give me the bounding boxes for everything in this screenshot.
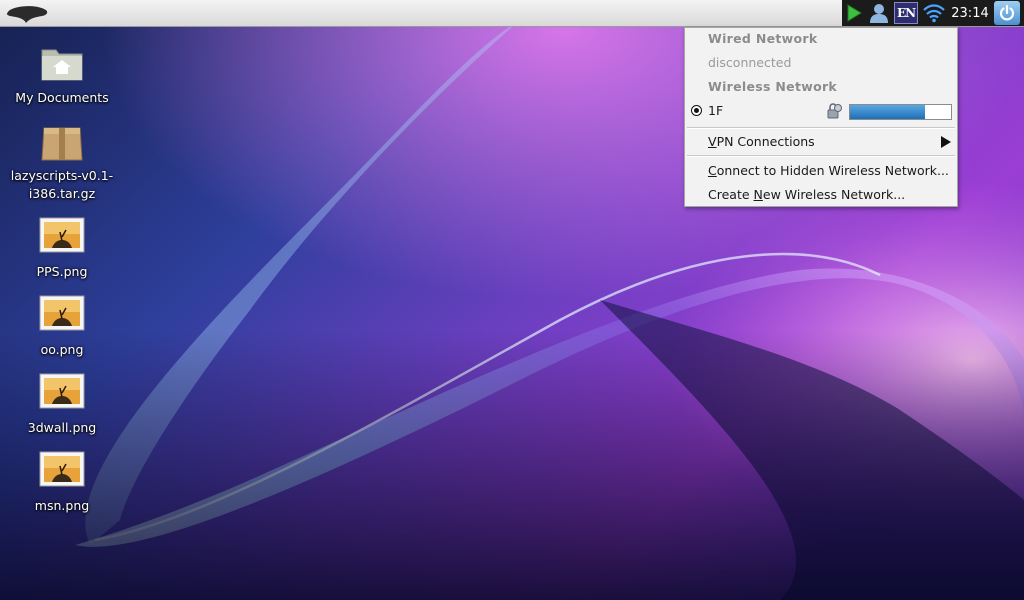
user-icon[interactable] (866, 0, 892, 26)
submenu-arrow-icon (941, 136, 951, 148)
clock[interactable]: 23:14 (948, 0, 992, 26)
play-icon[interactable] (842, 0, 866, 26)
desktop-icon-lazyscripts[interactable]: lazyscripts-v0.1-i386.tar.gz (8, 118, 116, 203)
wired-network-header: Wired Network (708, 31, 818, 46)
signal-strength-bar (849, 104, 952, 120)
menu-separator (687, 127, 955, 129)
vpn-connections-item[interactable]: VPN Connections (685, 131, 957, 153)
menu-logo-icon[interactable] (4, 3, 50, 25)
desktop-icon-label: PPS.png (36, 264, 88, 279)
vpn-accelerator: V (708, 134, 717, 149)
language-label: EN (894, 2, 918, 24)
desktop-icon-msn-png[interactable]: msn.png (8, 448, 116, 515)
create-wireless-network-item[interactable]: Create New Wireless Network... (685, 184, 957, 206)
image-icon (39, 295, 85, 331)
wired-status: disconnected (708, 55, 792, 70)
desktop-icon-label: lazyscripts-v0.1-i386.tar.gz (10, 168, 114, 201)
package-icon (41, 127, 83, 161)
desktop-icon-my-documents[interactable]: My Documents (8, 40, 116, 107)
image-icon (39, 373, 85, 409)
create-accelerator: N (753, 187, 763, 202)
wireless-network-header: Wireless Network (708, 79, 838, 94)
selected-radio-icon (691, 105, 702, 116)
wifi-icon[interactable] (920, 0, 948, 26)
signal-strength-fill (850, 105, 925, 119)
image-icon (39, 451, 85, 487)
image-icon (39, 217, 85, 253)
power-icon[interactable] (994, 1, 1020, 25)
hidden-label: onnect to Hidden Wireless Network... (716, 163, 949, 178)
top-panel: EN 23:14 (0, 0, 1024, 27)
desktop-icon-oo-png[interactable]: oo.png (8, 292, 116, 359)
menu-separator (687, 155, 955, 157)
folder-icon (41, 49, 83, 81)
desktop-icon-label: 3dwall.png (27, 420, 97, 435)
create-label-prefix: Create (708, 187, 754, 202)
desktop-icon-label: My Documents (15, 90, 109, 105)
network-name: 1F (708, 103, 724, 118)
system-tray: EN 23:14 (842, 0, 1024, 26)
create-label: ew Wireless Network... (762, 187, 906, 202)
vpn-label: PN Connections (716, 134, 815, 149)
wireless-network-item[interactable]: 1F (685, 100, 957, 122)
network-menu: Wired Network disconnected Wireless Netw… (684, 27, 958, 207)
language-indicator[interactable]: EN (892, 0, 920, 26)
desktop-icon-label: msn.png (34, 498, 90, 513)
desktop-icon-label: oo.png (40, 342, 84, 357)
lock-icon (827, 103, 842, 119)
connect-hidden-network-item[interactable]: Connect to Hidden Wireless Network... (685, 160, 957, 182)
desktop-icon-3dwall-png[interactable]: 3dwall.png (8, 370, 116, 437)
hidden-accelerator: C (708, 163, 717, 178)
desktop-icon-pps-png[interactable]: PPS.png (8, 214, 116, 281)
